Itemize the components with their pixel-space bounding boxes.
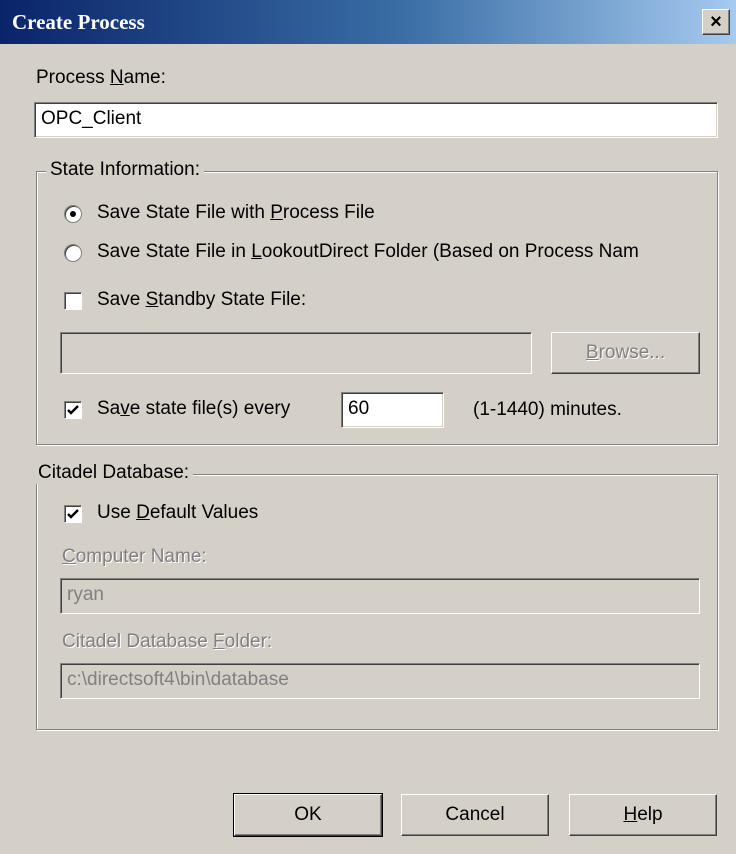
use-default-values-checkbox[interactable] [64, 505, 82, 523]
save-standby-checkbox[interactable] [64, 292, 82, 310]
save-interval-input[interactable]: 60 [341, 392, 444, 428]
computer-name-input[interactable]: ryan [60, 578, 700, 614]
help-button[interactable]: Help [569, 794, 717, 836]
close-button[interactable]: × [702, 9, 730, 35]
title-bar: Create Process × [0, 0, 736, 44]
save-interval-units-label: (1-1440) minutes. [473, 399, 622, 420]
save-in-lookoutdirect-label[interactable]: Save State File in LookoutDirect Folder … [97, 241, 639, 263]
save-in-lookoutdirect-radio[interactable] [64, 244, 82, 262]
close-icon: × [710, 11, 722, 33]
standby-file-path-input[interactable] [60, 332, 532, 374]
use-default-values-label[interactable]: Use Default Values [97, 502, 258, 524]
state-information-legend: State Information: [46, 159, 204, 181]
computer-name-label: Computer Name: [62, 546, 207, 567]
window-title: Create Process [12, 10, 145, 34]
save-every-label[interactable]: Save state file(s) every [97, 398, 290, 420]
save-with-process-radio[interactable] [64, 205, 82, 223]
checkmark-icon [67, 509, 79, 519]
save-with-process-label[interactable]: Save State File with Process File [97, 202, 375, 224]
process-name-input[interactable]: OPC_Client [34, 102, 718, 138]
checkmark-icon [67, 405, 79, 415]
process-name-label: Process Name: [36, 67, 166, 88]
save-every-checkbox[interactable] [64, 401, 82, 419]
browse-button[interactable]: Browse... [551, 332, 700, 374]
citadel-database-legend: Citadel Database: [34, 462, 194, 484]
save-standby-label[interactable]: Save Standby State File: [97, 289, 306, 311]
cancel-button[interactable]: Cancel [401, 794, 549, 836]
radio-dot-icon [70, 211, 76, 217]
citadel-folder-input[interactable]: c:\directsoft4\bin\database [60, 663, 700, 699]
ok-button[interactable]: OK [233, 793, 383, 837]
citadel-folder-label: Citadel Database Folder: [62, 631, 273, 652]
create-process-dialog: Create Process × Process Name: OPC_Clien… [0, 0, 736, 854]
